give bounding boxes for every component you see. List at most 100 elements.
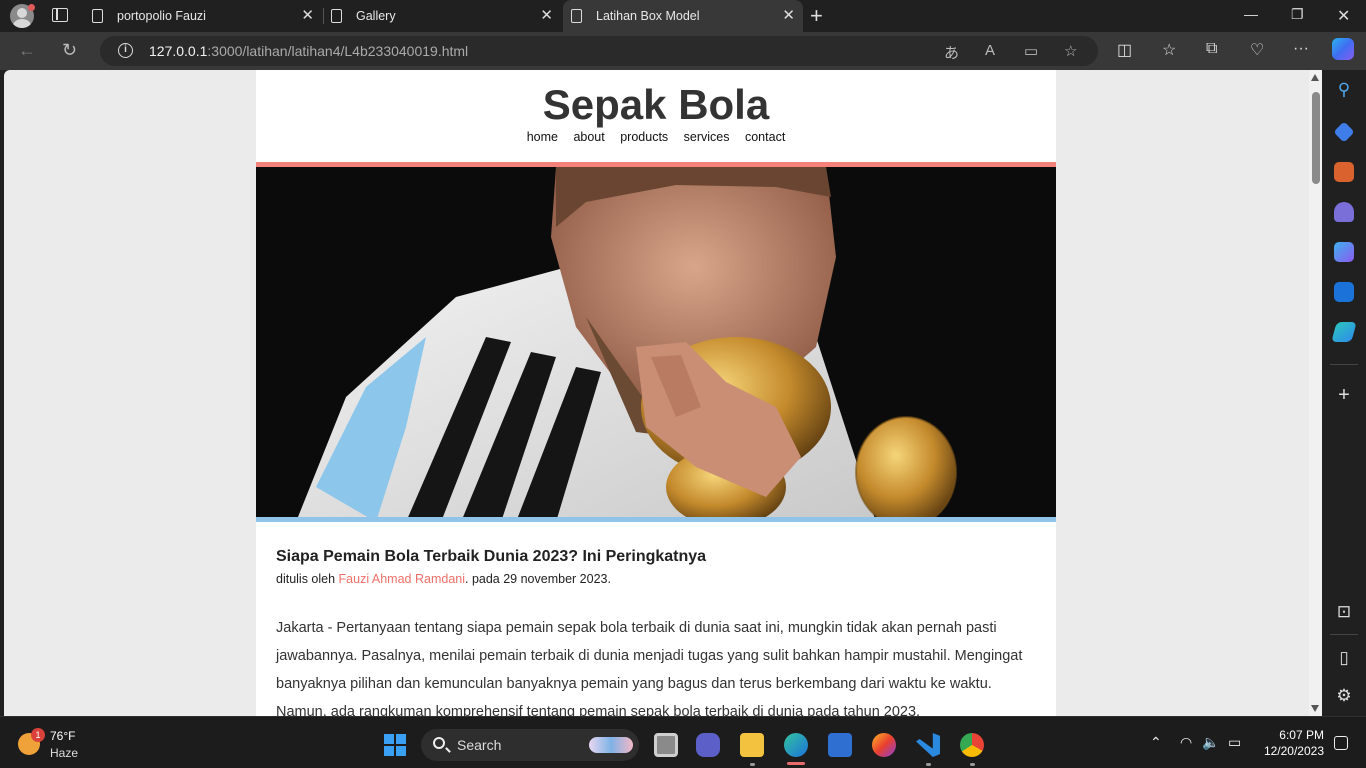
weather-badge: 1 [31, 728, 45, 742]
collections-icon[interactable]: ⧉ [1206, 40, 1217, 58]
show-hidden-icons-chevron-icon[interactable]: ⌃ [1150, 734, 1162, 751]
minimize-icon[interactable]: — [1244, 6, 1258, 22]
microsoft-365-icon[interactable] [1334, 242, 1354, 262]
more-menu-icon[interactable]: ··· [1293, 40, 1309, 58]
hero-image [256, 167, 1056, 522]
sidebar-divider [1330, 364, 1358, 365]
search-label: Search [457, 737, 502, 753]
article-byline: ditulis oleh Fauzi Ahmad Ramdani. pada 2… [276, 572, 1036, 586]
clock-time: 6:07 PM [1279, 728, 1324, 742]
address-bar[interactable]: i 127.0.0.1:3000/latihan/latihan4/L4b233… [100, 36, 1098, 66]
url-text[interactable]: 127.0.0.1:3000/latihan/latihan4/L4b23304… [149, 43, 468, 59]
scroll-up-icon[interactable] [1311, 74, 1319, 81]
copilot-icon[interactable] [1332, 38, 1354, 60]
windows-taskbar: 1 76°F Haze Search ⌃ ◠ 🔈 ▭ 6:07 PM 12/20… [0, 716, 1366, 768]
browser-toolbar: ← ↻ i 127.0.0.1:3000/latihan/latihan4/L4… [0, 32, 1366, 70]
favorite-star-icon[interactable]: ☆ [1064, 42, 1077, 60]
page-container: Sepak Bola home about products services … [256, 70, 1056, 716]
tab-title: Gallery [356, 9, 396, 23]
chrome-icon[interactable] [960, 733, 984, 757]
volume-icon[interactable]: 🔈 [1202, 734, 1219, 751]
running-indicator [750, 763, 755, 766]
url-host: 127.0.0.1 [149, 43, 208, 59]
wifi-icon[interactable]: ◠ [1180, 734, 1192, 751]
article-body: Jakarta - Pertanyaan tentang siapa pemai… [276, 620, 1023, 716]
url-path: :3000/latihan/latihan4/L4b233040019.html [207, 43, 469, 59]
sidebar-panel-icon[interactable]: ▯ [1334, 648, 1354, 668]
vscode-icon[interactable] [916, 733, 940, 757]
close-window-icon[interactable]: ✕ [1337, 6, 1350, 26]
tab-actions-icon[interactable] [52, 8, 68, 22]
shopping-tag-icon[interactable] [1333, 121, 1355, 143]
new-tab-icon[interactable]: + [810, 3, 823, 29]
settings-gear-icon[interactable]: ⚙ [1334, 686, 1354, 706]
page-icon [92, 9, 103, 23]
teams-chat-icon[interactable] [696, 733, 720, 757]
page-scrollbar[interactable] [1309, 70, 1322, 716]
firefox-icon[interactable] [872, 733, 896, 757]
tab-title: Latihan Box Model [596, 9, 700, 23]
search-icon [433, 737, 445, 749]
file-explorer-icon[interactable] [740, 733, 764, 757]
profile-notification-dot [28, 4, 35, 11]
edge-browser-icon[interactable] [784, 733, 808, 757]
close-tab-icon[interactable]: ✕ [301, 8, 314, 24]
page-icon [571, 9, 582, 23]
page-icon [331, 9, 342, 23]
send-drop-icon[interactable] [1331, 322, 1357, 342]
article: Siapa Pemain Bola Terbaik Dunia 2023? In… [256, 522, 1056, 716]
scroll-thumb[interactable] [1312, 92, 1320, 184]
app-available-icon[interactable]: ▭ [1024, 42, 1038, 60]
nav-about[interactable]: about [573, 130, 604, 144]
byline-prefix: ditulis oleh [276, 572, 339, 586]
article-title: Siapa Pemain Bola Terbaik Dunia 2023? In… [276, 548, 707, 565]
restore-icon[interactable]: ❐ [1291, 6, 1304, 23]
system-clock[interactable]: 6:07 PM 12/20/2023 [1262, 727, 1324, 759]
back-arrow-icon[interactable]: ← [18, 40, 36, 61]
reload-icon[interactable]: ↻ [62, 40, 77, 61]
running-indicator [970, 763, 975, 766]
tab-gallery[interactable]: Gallery ✕ [323, 0, 561, 32]
games-icon[interactable] [1334, 202, 1354, 222]
scroll-down-icon[interactable] [1311, 705, 1319, 712]
notification-bell-icon[interactable] [1334, 736, 1348, 750]
translate-icon[interactable]: あ [944, 42, 959, 63]
tab-latihan-box-model[interactable]: Latihan Box Model ✕ [563, 0, 803, 32]
info-icon[interactable]: i [118, 43, 133, 58]
battery-icon[interactable]: ▭ [1228, 734, 1241, 751]
author-link[interactable]: Fauzi Ahmad Ramdani [339, 572, 465, 586]
site-header: Sepak Bola home about products services … [256, 70, 1056, 167]
nav-products[interactable]: products [620, 130, 668, 144]
sidebar-divider [1330, 634, 1358, 635]
outlook-icon[interactable] [1334, 282, 1354, 302]
tab-portopolio[interactable]: portopolio Fauzi ✕ [84, 0, 322, 32]
taskbar-search[interactable]: Search [421, 729, 639, 761]
running-indicator [926, 763, 931, 766]
add-icon[interactable]: + [1334, 384, 1354, 407]
byline-suffix: . pada 29 november 2023. [465, 572, 611, 586]
hide-sidebar-icon[interactable]: ⊡ [1334, 602, 1354, 622]
tab-title: portopolio Fauzi [117, 9, 206, 23]
search-icon[interactable]: ⚲ [1334, 80, 1354, 100]
clock-date: 12/20/2023 [1263, 744, 1324, 758]
split-screen-icon[interactable]: ◫ [1117, 40, 1132, 60]
active-app-indicator [787, 762, 805, 765]
read-aloud-icon[interactable]: A [985, 42, 995, 59]
site-title: Sepak Bola [542, 81, 770, 128]
close-tab-icon[interactable]: ✕ [782, 8, 795, 24]
weather-description[interactable]: Haze [50, 746, 78, 760]
page-viewport: Sepak Bola home about products services … [4, 70, 1322, 716]
windows-start-icon[interactable] [384, 734, 406, 756]
close-tab-icon[interactable]: ✕ [540, 8, 553, 24]
weather-temperature[interactable]: 76°F [50, 729, 75, 743]
microsoft-store-icon[interactable] [828, 733, 852, 757]
favorites-icon[interactable]: ☆ [1162, 40, 1176, 60]
performance-icon[interactable]: ♡ [1250, 40, 1264, 60]
tools-briefcase-icon[interactable] [1334, 162, 1354, 182]
nav-services[interactable]: services [684, 130, 730, 144]
nav-home[interactable]: home [527, 130, 558, 144]
task-view-icon[interactable] [654, 733, 678, 757]
tab-strip: portopolio Fauzi ✕ Gallery ✕ Latihan Box… [0, 0, 1366, 32]
search-highlight-art [589, 737, 633, 753]
nav-contact[interactable]: contact [745, 130, 785, 144]
